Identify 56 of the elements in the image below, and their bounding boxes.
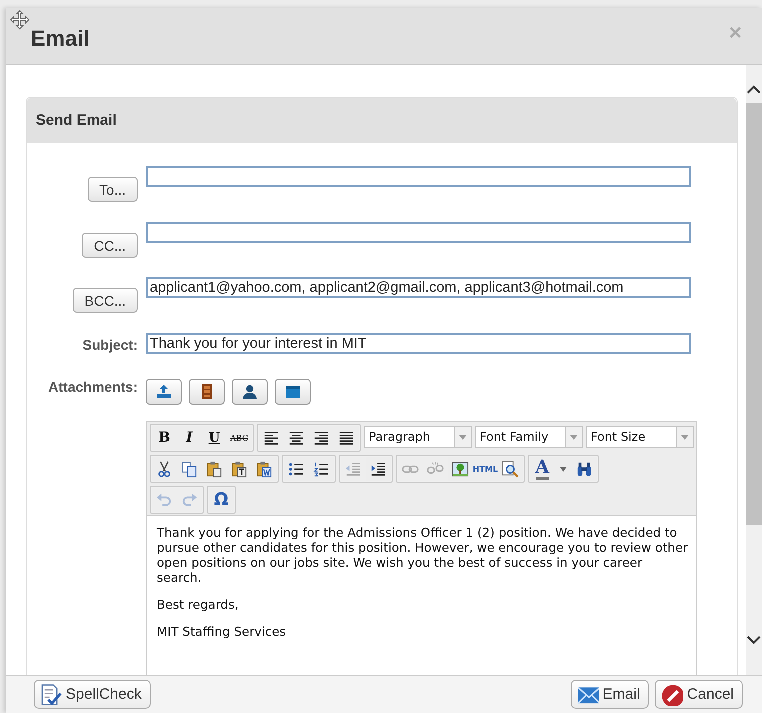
clipboard-document-icon — [256, 460, 273, 478]
redo-arrow-icon — [181, 492, 198, 508]
message-paragraph: Best regards, — [157, 598, 240, 613]
binoculars-icon — [576, 460, 593, 478]
message-body[interactable] — [147, 515, 696, 675]
justify-icon — [338, 430, 355, 446]
move-icon[interactable] — [10, 10, 30, 30]
align-right-icon — [313, 430, 330, 446]
document-check-icon — [40, 684, 62, 706]
cabinet-button[interactable] — [189, 379, 225, 405]
email-button[interactable]: Email — [570, 680, 650, 709]
magnifier-icon — [502, 460, 519, 478]
copy-icon — [181, 460, 198, 478]
recipient-field[interactable]: applicant1@yahoo.com, applicant2@gmail.com, applicant3@hotmail.com — [146, 277, 691, 298]
subject-label: Subject: — [82, 336, 138, 353]
folder-icon — [284, 383, 302, 401]
cancel-button[interactable]: Cancel — [655, 680, 743, 709]
spellcheck-button[interactable]: SpellCheck — [34, 680, 151, 709]
panel-title: Send Email — [36, 112, 117, 129]
subject-field[interactable]: Thank you for your interest in MIT — [146, 333, 691, 354]
dropdown[interactable]: Font Family — [475, 426, 583, 448]
align-center-icon — [288, 430, 305, 446]
numbered-list-icon — [313, 460, 330, 478]
dialog-title: Email — [31, 26, 90, 52]
dropdown[interactable]: Font Size — [586, 426, 694, 448]
upload-icon — [155, 383, 173, 401]
upload-button[interactable] — [146, 379, 182, 405]
indent-icon — [370, 460, 387, 478]
person-icon — [241, 383, 259, 401]
clipboard-icon — [206, 460, 223, 478]
tree-picture-icon — [452, 460, 469, 478]
scroll-up-icon[interactable] — [747, 85, 761, 95]
align-left-icon — [263, 430, 280, 446]
contact-button[interactable] — [232, 379, 268, 405]
message-paragraph: Thank you for applying for the Admissions Officer 1 (2) position. We have decided to pursue other candidates for this position. However, we encourage you to review other open positions on our jobs site. We wish you the best of success in your career search. — [157, 526, 690, 586]
recipient-field[interactable] — [146, 166, 691, 187]
recipient-field[interactable] — [146, 222, 691, 243]
caret-icon — [681, 434, 689, 440]
scissors-icon — [156, 460, 173, 478]
attachments-label: Attachments: — [48, 379, 138, 395]
recipient-button[interactable]: To... — [88, 177, 138, 202]
recipient-button[interactable]: CC... — [82, 233, 138, 258]
recipient-button[interactable]: BCC... — [72, 288, 138, 313]
scrollbar[interactable] — [746, 65, 762, 675]
caret-icon — [459, 434, 467, 440]
undo-arrow-icon — [156, 492, 173, 508]
bullet-list-icon — [288, 460, 305, 478]
dropdown[interactable]: Paragraph — [364, 426, 472, 448]
message-paragraph: MIT Staffing Services — [157, 625, 288, 640]
clipboard-text-icon — [231, 460, 248, 478]
caret-icon — [560, 466, 567, 472]
scroll-down-icon[interactable] — [747, 635, 761, 645]
caret-icon — [570, 434, 578, 440]
no-entry-icon — [661, 684, 684, 706]
outdent-icon — [345, 460, 362, 478]
folder-button[interactable] — [275, 379, 311, 405]
